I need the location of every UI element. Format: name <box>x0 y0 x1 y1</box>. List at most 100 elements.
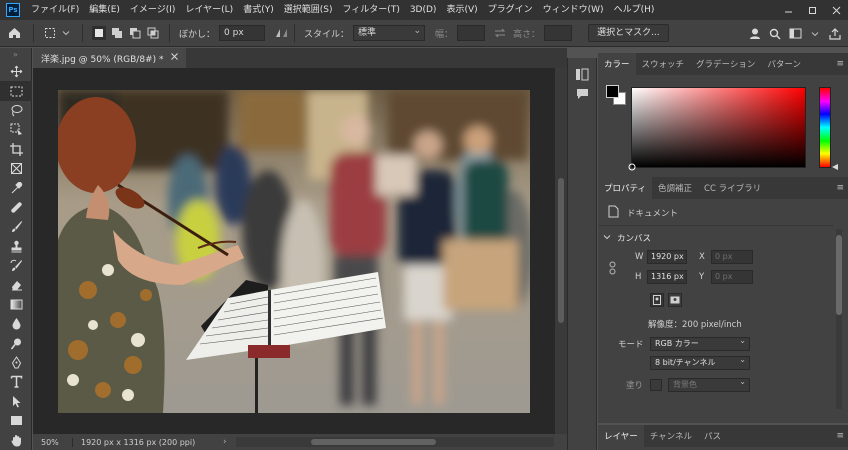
gradient-tool[interactable] <box>0 295 32 314</box>
tab-gradients[interactable]: グラデーション <box>690 53 761 75</box>
hue-slider[interactable] <box>819 87 838 170</box>
zoom-level[interactable]: 50% <box>33 437 73 447</box>
properties-scrollbar[interactable] <box>836 229 842 409</box>
panel-menu-icon[interactable]: ≡ <box>836 183 844 193</box>
crop-tool[interactable] <box>0 140 32 159</box>
vertical-scroll-thumb[interactable] <box>558 178 564 323</box>
color-mode-select[interactable]: RGB カラー <box>650 335 750 351</box>
canvas-x-field[interactable]: 0 px <box>711 250 753 264</box>
home-button[interactable] <box>0 20 28 47</box>
pen-tool[interactable] <box>0 353 32 372</box>
panel-menu-icon[interactable]: ≡ <box>836 431 844 441</box>
minimize-button[interactable] <box>776 0 800 20</box>
vertical-scrollbar[interactable] <box>555 68 567 434</box>
history-brush-tool[interactable] <box>0 256 32 275</box>
portrait-orientation-button[interactable] <box>650 293 664 307</box>
type-tool[interactable] <box>0 372 32 391</box>
intersect-selection-button[interactable] <box>146 26 160 40</box>
saturation-brightness-field[interactable] <box>628 87 806 171</box>
comments-panel-button[interactable] <box>568 84 596 104</box>
close-window-button[interactable] <box>824 0 848 20</box>
eyedropper-tool[interactable] <box>0 178 32 197</box>
tab-swatches[interactable]: スウォッチ <box>636 53 691 75</box>
document-tab[interactable]: 洋楽.jpg @ 50% (RGB/8#) * <box>33 48 187 68</box>
swap-icon[interactable] <box>493 26 507 40</box>
menu-view[interactable]: 表示(V) <box>441 0 482 20</box>
style-select[interactable]: 標準 <box>353 24 426 41</box>
bit-depth-select[interactable]: 8 bit/チャンネル <box>650 354 750 370</box>
document-info[interactable]: 1920 px x 1316 px (200 ppi) <box>73 438 223 447</box>
panel-menu-icon[interactable]: ≡ <box>836 59 844 69</box>
chevron-down-icon[interactable] <box>603 233 611 244</box>
hand-tool[interactable] <box>0 430 32 449</box>
history-panel-button[interactable] <box>568 64 596 84</box>
menu-layer[interactable]: レイヤー(L) <box>180 0 238 20</box>
horizontal-scroll-thumb[interactable] <box>311 439 436 445</box>
fill-select[interactable]: 背景色 <box>668 376 750 392</box>
new-selection-button[interactable] <box>92 26 106 40</box>
landscape-orientation-button[interactable] <box>668 293 682 307</box>
chevron-down-icon[interactable] <box>808 27 822 41</box>
menu-select[interactable]: 選択範囲(S) <box>279 0 338 20</box>
properties-scroll-thumb[interactable] <box>836 235 842 315</box>
foreground-color-swatch[interactable] <box>606 85 619 98</box>
fill-color-swatch[interactable] <box>650 379 662 391</box>
share-user-icon[interactable] <box>748 27 762 41</box>
rectangular-marquee-tool[interactable] <box>0 81 32 101</box>
new-selection-icon <box>95 29 103 37</box>
menu-image[interactable]: イメージ(I) <box>125 0 181 20</box>
path-selection-tool[interactable] <box>0 392 32 411</box>
link-dimensions-icon[interactable] <box>608 261 618 278</box>
close-tab-button[interactable] <box>171 53 179 63</box>
select-and-mask-button[interactable]: 選択とマスク... <box>588 24 669 42</box>
restore-button[interactable] <box>800 0 824 20</box>
chevron-right-icon[interactable]: › <box>223 437 227 447</box>
anti-alias-icon[interactable] <box>275 26 289 40</box>
brush-tool[interactable] <box>0 217 32 236</box>
height-input[interactable] <box>544 25 573 41</box>
search-icon[interactable] <box>768 27 782 41</box>
horizontal-scrollbar[interactable] <box>236 437 554 447</box>
add-selection-button[interactable] <box>110 26 124 40</box>
menu-3d[interactable]: 3D(D) <box>405 0 442 20</box>
tab-channels[interactable]: チャンネル <box>644 425 698 447</box>
lasso-tool[interactable] <box>0 101 32 120</box>
subtract-selection-button[interactable] <box>128 26 142 40</box>
menu-edit[interactable]: 編集(E) <box>84 0 125 20</box>
move-tool[interactable] <box>0 62 32 81</box>
feather-input[interactable] <box>219 25 266 41</box>
menu-plugins[interactable]: プラグイン <box>483 0 538 20</box>
object-selection-tool[interactable] <box>0 120 32 139</box>
tab-adjustments[interactable]: 色調補正 <box>652 177 698 199</box>
tab-color[interactable]: カラー <box>598 53 636 75</box>
tab-layers[interactable]: レイヤー <box>598 425 644 447</box>
clone-stamp-tool[interactable] <box>0 237 32 256</box>
dodge-tool[interactable] <box>0 333 32 352</box>
menu-file[interactable]: ファイル(F) <box>26 0 84 20</box>
menu-type[interactable]: 書式(Y) <box>238 0 279 20</box>
canvas-y-field[interactable]: 0 px <box>711 270 753 284</box>
canvas-area[interactable] <box>33 68 555 434</box>
spot-healing-tool[interactable] <box>0 198 32 217</box>
tab-cc-libraries[interactable]: CC ライブラリ <box>698 177 767 199</box>
eraser-tool[interactable] <box>0 275 32 294</box>
menu-window[interactable]: ウィンドウ(W) <box>538 0 609 20</box>
tab-paths[interactable]: パス <box>698 425 727 447</box>
tool-preset-picker[interactable] <box>39 26 77 40</box>
layers-panel: レイヤー チャンネル パス ≡ <box>598 425 848 450</box>
tab-patterns[interactable]: パターン <box>761 53 807 75</box>
history-icon <box>576 68 589 80</box>
workspace-icon[interactable] <box>788 27 802 41</box>
document-canvas[interactable] <box>58 90 530 413</box>
blur-tool[interactable] <box>0 314 32 333</box>
toolbar-collapse-icon[interactable]: » <box>0 48 31 62</box>
frame-tool[interactable] <box>0 159 32 178</box>
tab-properties[interactable]: プロパティ <box>598 177 652 199</box>
share-icon[interactable] <box>828 27 842 41</box>
canvas-width-field[interactable]: 1920 px <box>647 250 687 264</box>
rectangle-tool[interactable] <box>0 411 32 430</box>
menu-filter[interactable]: フィルター(T) <box>337 0 404 20</box>
canvas-height-field[interactable]: 1316 px <box>647 270 687 284</box>
width-input[interactable] <box>457 25 486 41</box>
menu-help[interactable]: ヘルプ(H) <box>609 0 660 20</box>
